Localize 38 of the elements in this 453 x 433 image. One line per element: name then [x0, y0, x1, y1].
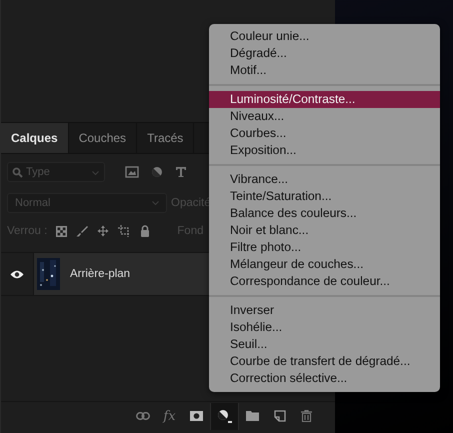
new-layer-icon[interactable] — [274, 410, 286, 422]
menu-item[interactable]: Courbe de transfert de dégradé... — [209, 353, 440, 370]
menu-item[interactable]: Vibrance... — [209, 171, 440, 188]
adjustment-icon[interactable] — [217, 409, 232, 423]
menu-item[interactable]: Motif... — [209, 62, 440, 79]
eye-icon[interactable] — [10, 270, 24, 278]
menu-item[interactable]: Niveaux... — [209, 108, 440, 125]
menu-item[interactable]: Seuil... — [209, 336, 440, 353]
panel-tab[interactable]: Couches — [68, 123, 138, 153]
link-icon[interactable] — [136, 412, 150, 420]
menu-item[interactable]: Teinte/Saturation... — [209, 188, 440, 205]
fx-button[interactable]: fx — [163, 408, 176, 424]
panel-tab[interactable]: Calques — [1, 123, 69, 153]
chevron-icon — [152, 201, 159, 205]
image-filter-icon[interactable] — [125, 166, 139, 178]
type-filter-icon[interactable] — [175, 166, 187, 178]
brush-icon[interactable] — [76, 225, 88, 237]
crop-icon[interactable] — [118, 225, 132, 237]
menu-item[interactable]: Isohélie... — [209, 319, 440, 336]
folder-icon[interactable] — [246, 411, 259, 421]
panel-tab[interactable]: Tracés — [137, 123, 194, 153]
trash-icon[interactable] — [301, 410, 312, 422]
menu-item[interactable]: Couleur unie... — [209, 28, 440, 45]
menu-item[interactable]: Courbes... — [209, 125, 440, 142]
chevron-icon — [92, 171, 99, 175]
menu-item[interactable]: Luminosité/Contraste... — [209, 91, 440, 108]
menu-item[interactable]: Inverser — [209, 302, 440, 319]
move-icon[interactable] — [97, 225, 110, 237]
menu-item[interactable]: Balance des couleurs... — [209, 205, 440, 222]
menu-item[interactable]: Noir et blanc... — [209, 222, 440, 239]
search-icon — [12, 167, 23, 178]
checkerboard-icon[interactable] — [56, 226, 68, 236]
menu-item[interactable]: Correction sélective... — [209, 370, 440, 387]
mask-icon[interactable] — [190, 411, 203, 421]
lock-icon[interactable] — [140, 225, 150, 237]
adjustment-filter-icon[interactable] — [151, 166, 163, 178]
menu-item[interactable]: Dégradé... — [209, 45, 440, 62]
menu-item[interactable]: Exposition... — [209, 142, 440, 159]
